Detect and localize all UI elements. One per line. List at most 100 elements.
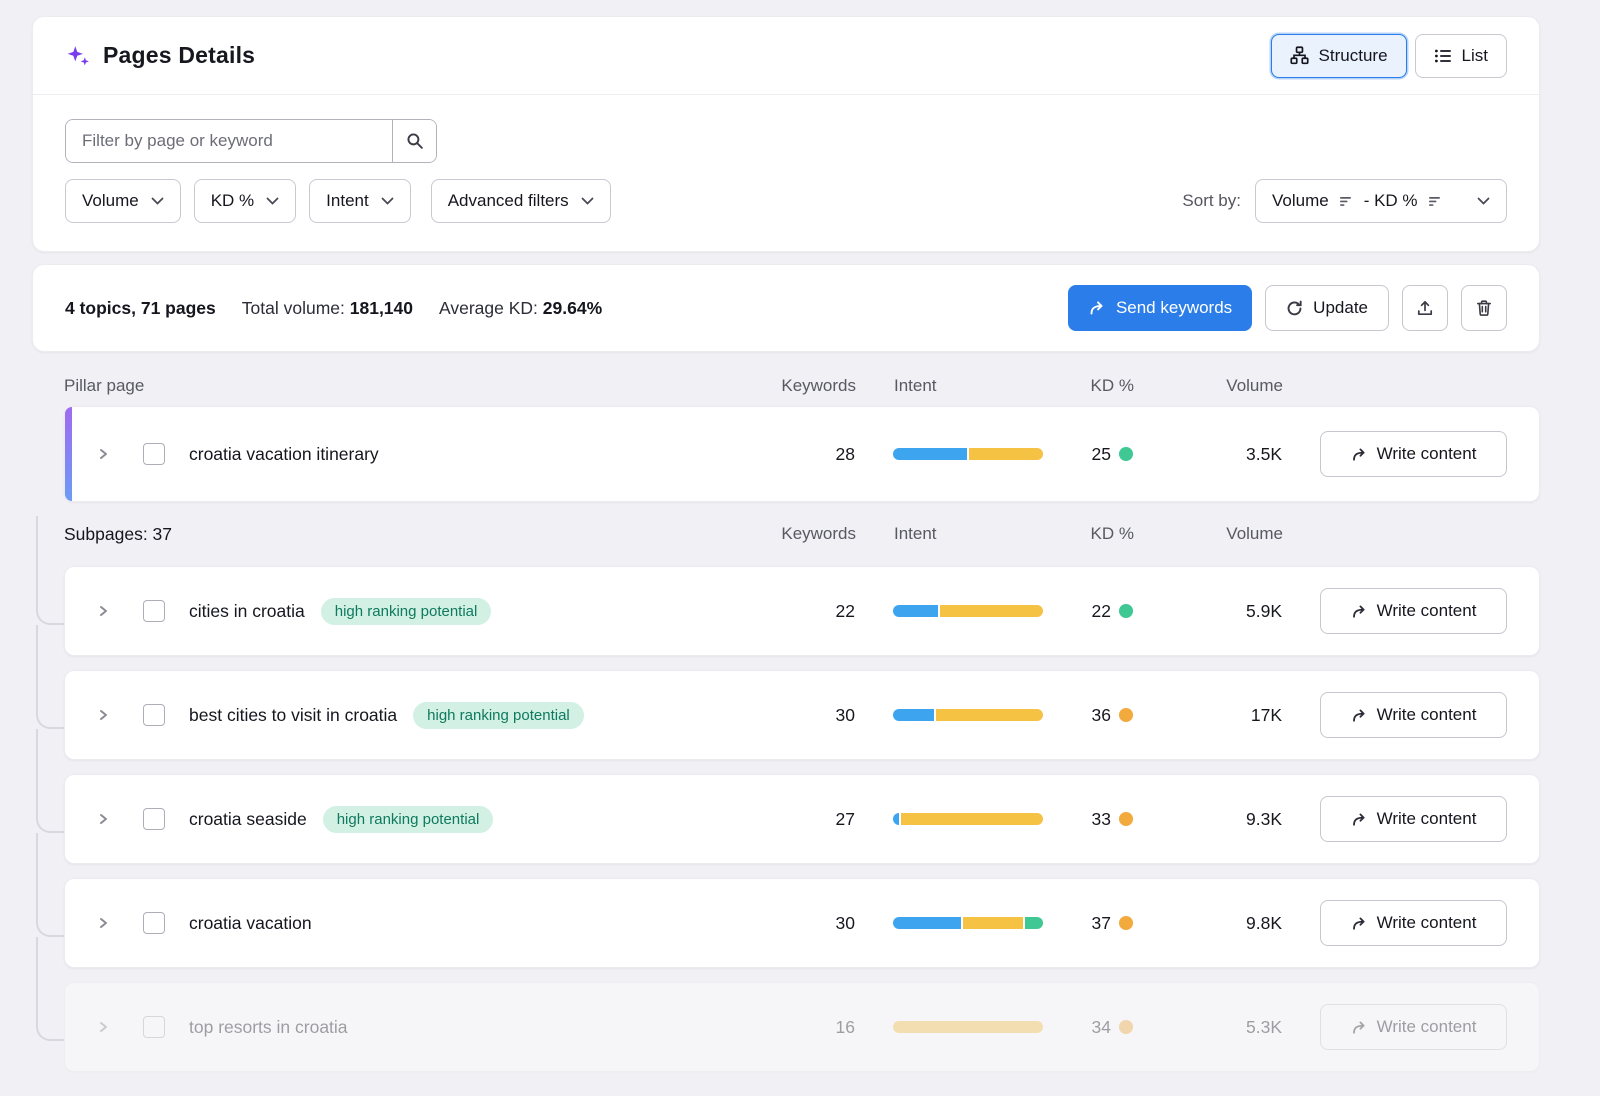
kd-dot <box>1119 916 1133 930</box>
chevron-down-icon <box>151 197 164 206</box>
advanced-filters-label: Advanced filters <box>448 191 569 211</box>
sort-desc-icon <box>1339 195 1354 208</box>
forward-arrow-icon <box>1351 1020 1367 1035</box>
tree-connector <box>36 937 64 1041</box>
chevron-down-icon <box>581 197 594 206</box>
row-checkbox[interactable] <box>143 1016 165 1038</box>
expand-chevron-icon[interactable] <box>89 708 117 722</box>
page-title[interactable]: croatia vacation <box>189 913 312 934</box>
upload-icon <box>1416 299 1434 317</box>
summary-actions: Send keywords Update <box>1068 285 1507 331</box>
row-checkbox[interactable] <box>143 808 165 830</box>
write-content-label: Write content <box>1377 705 1477 725</box>
volume-value: 17K <box>1133 705 1282 726</box>
trash-icon <box>1475 299 1493 317</box>
write-content-label: Write content <box>1377 444 1477 464</box>
write-content-button[interactable]: Write content <box>1320 900 1507 946</box>
kd-dot <box>1119 812 1133 826</box>
subpage-row: top resorts in croatia 16 34 5.3K Write … <box>64 982 1540 1072</box>
row-checkbox[interactable] <box>143 704 165 726</box>
search-input[interactable] <box>66 120 392 162</box>
intent-bar <box>893 813 1043 825</box>
intent-bar <box>893 605 1043 617</box>
advanced-filters[interactable]: Advanced filters <box>431 179 611 223</box>
search-button[interactable] <box>392 120 436 162</box>
list-label: List <box>1462 46 1488 66</box>
intent-filter[interactable]: Intent <box>309 179 411 223</box>
kd-value: 25 <box>1092 444 1111 465</box>
search-group <box>65 119 437 163</box>
list-icon <box>1434 47 1452 65</box>
send-keywords-button[interactable]: Send keywords <box>1068 285 1252 331</box>
write-content-button[interactable]: Write content <box>1320 796 1507 842</box>
expand-chevron-icon[interactable] <box>89 447 117 461</box>
total-volume-label: Total volume: <box>242 298 345 318</box>
tree-connector <box>36 833 64 937</box>
col-volume: Volume <box>1134 524 1283 544</box>
row-checkbox[interactable] <box>143 912 165 934</box>
pages-table: Pillar page Keywords Intent KD % Volume … <box>32 366 1540 1072</box>
pillar-accent-bar <box>65 407 72 501</box>
subpage-row: best cities to visit in croatia high ran… <box>64 670 1540 760</box>
page-title[interactable]: top resorts in croatia <box>189 1017 348 1038</box>
summary-bar: 4 topics, 71 pages Total volume: 181,140… <box>32 264 1540 352</box>
col-keywords: Keywords <box>776 524 856 544</box>
write-content-button[interactable]: Write content <box>1320 1004 1507 1050</box>
kd-value: 22 <box>1092 601 1111 622</box>
tree-connector <box>36 625 64 729</box>
sort-second-label: - KD % <box>1364 191 1418 211</box>
send-keywords-label: Send keywords <box>1116 298 1232 318</box>
subpage-row: croatia vacation 30 37 9.8K Write conten… <box>64 878 1540 968</box>
ai-sparkle-icon <box>65 43 91 69</box>
chevron-down-icon <box>1477 197 1490 206</box>
sort-by-label: Sort by: <box>1182 191 1241 211</box>
list-view-button[interactable]: List <box>1415 34 1507 78</box>
sort-by-wrap: Sort by: Volume - KD % <box>1182 179 1507 223</box>
forward-arrow-icon <box>1351 604 1367 619</box>
ranking-potential-badge: high ranking potential <box>321 598 492 625</box>
topics-pages-count: 4 topics, 71 pages <box>65 298 216 318</box>
row-checkbox[interactable] <box>143 600 165 622</box>
write-content-button[interactable]: Write content <box>1320 588 1507 634</box>
export-button[interactable] <box>1402 285 1448 331</box>
write-content-label: Write content <box>1377 601 1477 621</box>
subpage-row: cities in croatia high ranking potential… <box>64 566 1540 656</box>
page-title[interactable]: croatia seaside <box>189 809 307 830</box>
page-title[interactable]: croatia vacation itinerary <box>189 444 379 465</box>
structure-view-button[interactable]: Structure <box>1271 34 1407 78</box>
view-toggle: Structure List <box>1271 34 1507 78</box>
intent-bar <box>893 1021 1043 1033</box>
sort-by-select[interactable]: Volume - KD % <box>1255 179 1507 223</box>
subpages-columns-header: Subpages: 37 Keywords Intent KD % Volume <box>64 502 1540 566</box>
expand-chevron-icon[interactable] <box>89 916 117 930</box>
intent-filter-label: Intent <box>326 191 369 211</box>
forward-arrow-icon <box>1351 812 1367 827</box>
volume-value: 5.3K <box>1133 1017 1282 1038</box>
volume-filter[interactable]: Volume <box>65 179 181 223</box>
kd-value: 33 <box>1092 809 1111 830</box>
expand-chevron-icon[interactable] <box>89 604 117 618</box>
forward-arrow-icon <box>1351 708 1367 723</box>
write-content-button[interactable]: Write content <box>1320 692 1507 738</box>
page-title[interactable]: best cities to visit in croatia <box>189 705 397 726</box>
write-content-button[interactable]: Write content <box>1320 431 1507 477</box>
kd-dot <box>1119 708 1133 722</box>
search-icon <box>406 132 424 150</box>
tree-connector <box>36 516 64 625</box>
intent-bar <box>893 709 1043 721</box>
row-checkbox[interactable] <box>143 443 165 465</box>
keywords-count: 28 <box>775 444 855 465</box>
sort-first-label: Volume <box>1272 191 1329 211</box>
ranking-potential-badge: high ranking potential <box>413 702 584 729</box>
col-kd: KD % <box>1044 376 1134 396</box>
chevron-down-icon <box>266 197 279 206</box>
kd-filter[interactable]: KD % <box>194 179 296 223</box>
col-keywords: Keywords <box>776 376 856 396</box>
delete-button[interactable] <box>1461 285 1507 331</box>
col-intent: Intent <box>894 524 1044 544</box>
page-title[interactable]: cities in croatia <box>189 601 305 622</box>
update-button[interactable]: Update <box>1265 285 1389 331</box>
average-kd-label: Average KD: <box>439 298 538 318</box>
expand-chevron-icon[interactable] <box>89 1020 117 1034</box>
expand-chevron-icon[interactable] <box>89 812 117 826</box>
